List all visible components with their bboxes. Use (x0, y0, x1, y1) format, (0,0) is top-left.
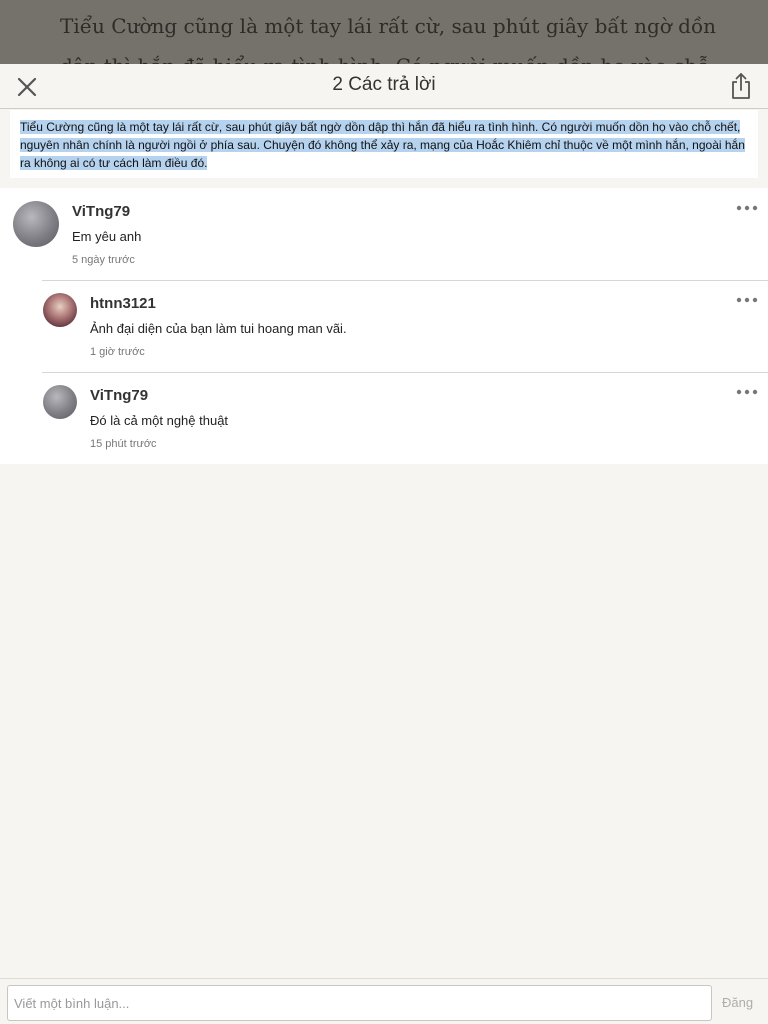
reader-background-text: Tiểu Cường cũng là một tay lái rất cừ, s… (60, 14, 717, 64)
reply-timestamp: 15 phút trước (90, 438, 157, 450)
post-button[interactable]: Đăng (722, 995, 753, 1010)
avatar[interactable] (13, 201, 59, 247)
replies-header: 2 Các trả lời (0, 64, 768, 109)
quoted-passage: Tiểu Cường cũng là một tay lái rất cừ, s… (10, 110, 758, 178)
more-options-button[interactable] (736, 201, 758, 213)
more-icon (736, 297, 758, 303)
quoted-passage-text: Tiểu Cường cũng là một tay lái rất cừ, s… (20, 120, 745, 170)
comment-thread: ViTng79 Em yêu anh 5 ngày trước htnn3121… (0, 188, 768, 464)
comment-text: Em yêu anh (72, 229, 142, 244)
share-icon (732, 73, 750, 99)
reader-background: Tiểu Cường cũng là một tay lái rất cừ, s… (0, 0, 768, 64)
header-title: 2 Các trả lời (332, 74, 436, 95)
more-icon (736, 205, 758, 211)
comment-username[interactable]: ViTng79 (72, 203, 130, 220)
more-icon (736, 389, 758, 395)
more-options-button[interactable] (736, 293, 758, 305)
comment-composer: Đăng (0, 978, 768, 1024)
divider (42, 372, 768, 373)
comment-timestamp: 5 ngày trước (72, 254, 135, 266)
comment-input[interactable] (7, 985, 712, 1021)
avatar[interactable] (43, 293, 77, 327)
reply-timestamp: 1 giờ trước (90, 346, 145, 358)
more-options-button[interactable] (736, 385, 758, 397)
reply-username[interactable]: htnn3121 (90, 295, 156, 312)
reply-text: Đó là cả một nghệ thuật (90, 413, 229, 428)
reply-username[interactable]: ViTng79 (90, 387, 148, 404)
share-button[interactable] (728, 71, 754, 101)
divider (42, 280, 768, 281)
avatar[interactable] (43, 385, 77, 419)
reply-text: Ảnh đại diện của bạn làm tui hoang man v… (90, 321, 347, 336)
